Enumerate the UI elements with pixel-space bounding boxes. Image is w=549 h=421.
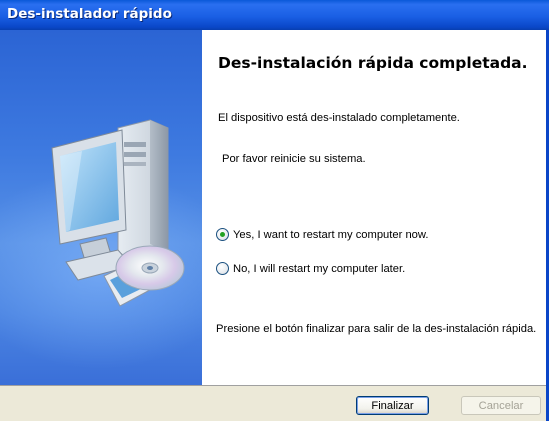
radio-button-checked[interactable] <box>216 228 229 241</box>
cancel-button[interactable]: Cancelar <box>461 396 541 415</box>
radio-restart-later[interactable]: No, I will restart my computer later. <box>216 262 405 275</box>
radio-label-restart-later: No, I will restart my computer later. <box>233 262 406 275</box>
finish-instruction: Presione el botón finalizar para salir d… <box>216 323 537 335</box>
status-text: El dispositivo está des-instalado comple… <box>218 112 460 124</box>
radio-label-restart-now: Yes, I want to restart my computer now. <box>233 228 429 241</box>
installer-window: Des-instalador rápido Des-instalación rá… <box>0 0 549 421</box>
restart-instruction: Por favor reinicie su sistema. <box>222 153 366 165</box>
radio-button-unchecked[interactable] <box>216 262 229 275</box>
computer-cd-icon <box>51 119 185 307</box>
title-bar[interactable]: Des-instalador rápido <box>0 0 549 30</box>
content-panel: Des-instalación rápida completada. El di… <box>202 30 549 385</box>
window-title: Des-instalador rápido <box>7 6 172 22</box>
page-title: Des-instalación rápida completada. <box>218 54 528 72</box>
button-bar: Finalizar Cancelar <box>0 385 549 421</box>
side-banner <box>0 30 202 385</box>
finish-button[interactable]: Finalizar <box>356 396 429 415</box>
radio-restart-now[interactable]: Yes, I want to restart my computer now. <box>216 228 428 241</box>
